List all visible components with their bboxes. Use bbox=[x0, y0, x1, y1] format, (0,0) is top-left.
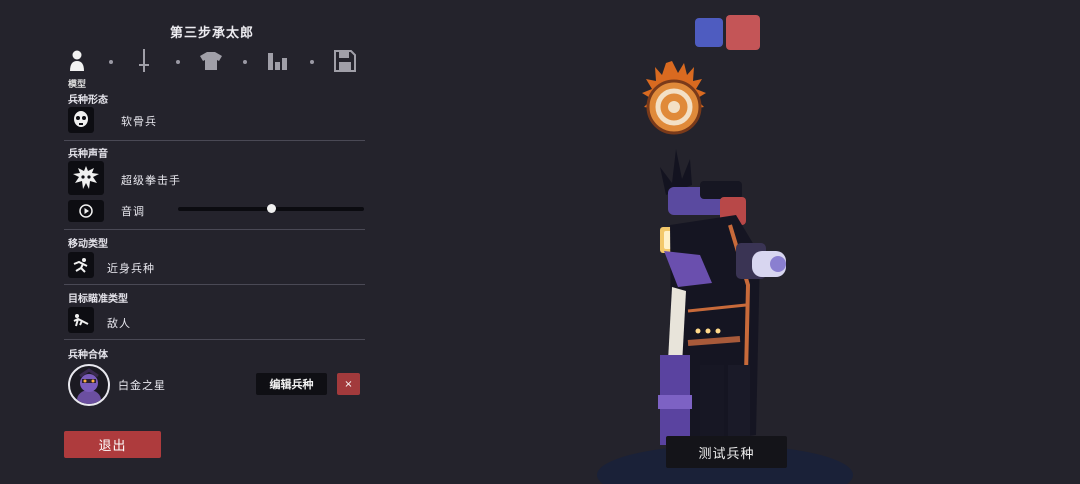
target-enemy-icon bbox=[73, 314, 89, 327]
divider bbox=[64, 339, 365, 340]
page-title: 第三步承太郎 bbox=[169, 26, 254, 41]
boxer-head-icon bbox=[73, 166, 99, 189]
play-icon bbox=[79, 204, 93, 218]
exit-button[interactable]: 退出 bbox=[64, 431, 161, 458]
step-weapon-tab[interactable] bbox=[131, 48, 157, 74]
movement-value[interactable]: 近身兵种 bbox=[107, 260, 155, 276]
step-stats-tab[interactable] bbox=[265, 48, 291, 74]
step-separator bbox=[310, 60, 314, 64]
form-value[interactable]: 软骨兵 bbox=[121, 113, 157, 129]
step-model-tab[interactable] bbox=[64, 48, 90, 74]
movement-icon-button[interactable] bbox=[68, 252, 94, 278]
person-icon bbox=[70, 50, 84, 71]
unit-model-preview bbox=[597, 61, 853, 484]
section-label-merge: 兵种合体 bbox=[68, 350, 108, 361]
active-step-caption: 模型 bbox=[68, 80, 87, 90]
team-blue-button[interactable] bbox=[695, 18, 723, 47]
sword-icon bbox=[139, 49, 149, 72]
save-icon bbox=[334, 50, 356, 72]
divider bbox=[64, 284, 365, 285]
step-separator bbox=[176, 60, 180, 64]
halo-icon bbox=[642, 61, 706, 135]
section-label-targeting: 目标瞄准类型 bbox=[68, 294, 128, 305]
section-label-form: 兵种形态 bbox=[68, 95, 108, 106]
pitch-label: 音调 bbox=[121, 205, 145, 218]
merged-unit-avatar[interactable] bbox=[68, 364, 110, 406]
shirt-icon bbox=[200, 52, 222, 70]
targeting-icon-button[interactable] bbox=[68, 307, 94, 333]
targeting-value[interactable]: 敌人 bbox=[107, 315, 131, 331]
step-separator bbox=[109, 60, 113, 64]
unit-portrait-icon bbox=[77, 368, 101, 404]
play-voice-button[interactable] bbox=[68, 200, 104, 222]
merged-unit-name: 白金之星 bbox=[118, 379, 166, 392]
team-red-button[interactable] bbox=[726, 15, 760, 50]
voice-value[interactable]: 超级拳击手 bbox=[121, 172, 181, 188]
skull-mask-icon bbox=[74, 111, 88, 127]
run-icon bbox=[73, 258, 88, 273]
divider bbox=[64, 229, 365, 230]
section-label-movement: 移动类型 bbox=[68, 239, 108, 250]
step-separator bbox=[243, 60, 247, 64]
pitch-slider-handle[interactable] bbox=[266, 204, 276, 213]
form-icon-button[interactable] bbox=[68, 107, 94, 133]
voice-icon-button[interactable] bbox=[68, 161, 104, 195]
edit-unit-button[interactable]: 编辑兵种 bbox=[256, 373, 327, 395]
remove-merge-button[interactable]: × bbox=[337, 373, 360, 395]
stats-icon bbox=[268, 53, 287, 70]
section-label-voice: 兵种声音 bbox=[68, 149, 108, 160]
divider bbox=[64, 140, 365, 141]
step-clothing-tab[interactable] bbox=[198, 48, 224, 74]
step-save-tab[interactable] bbox=[332, 48, 358, 74]
test-unit-button[interactable]: 测试兵种 bbox=[666, 436, 787, 468]
